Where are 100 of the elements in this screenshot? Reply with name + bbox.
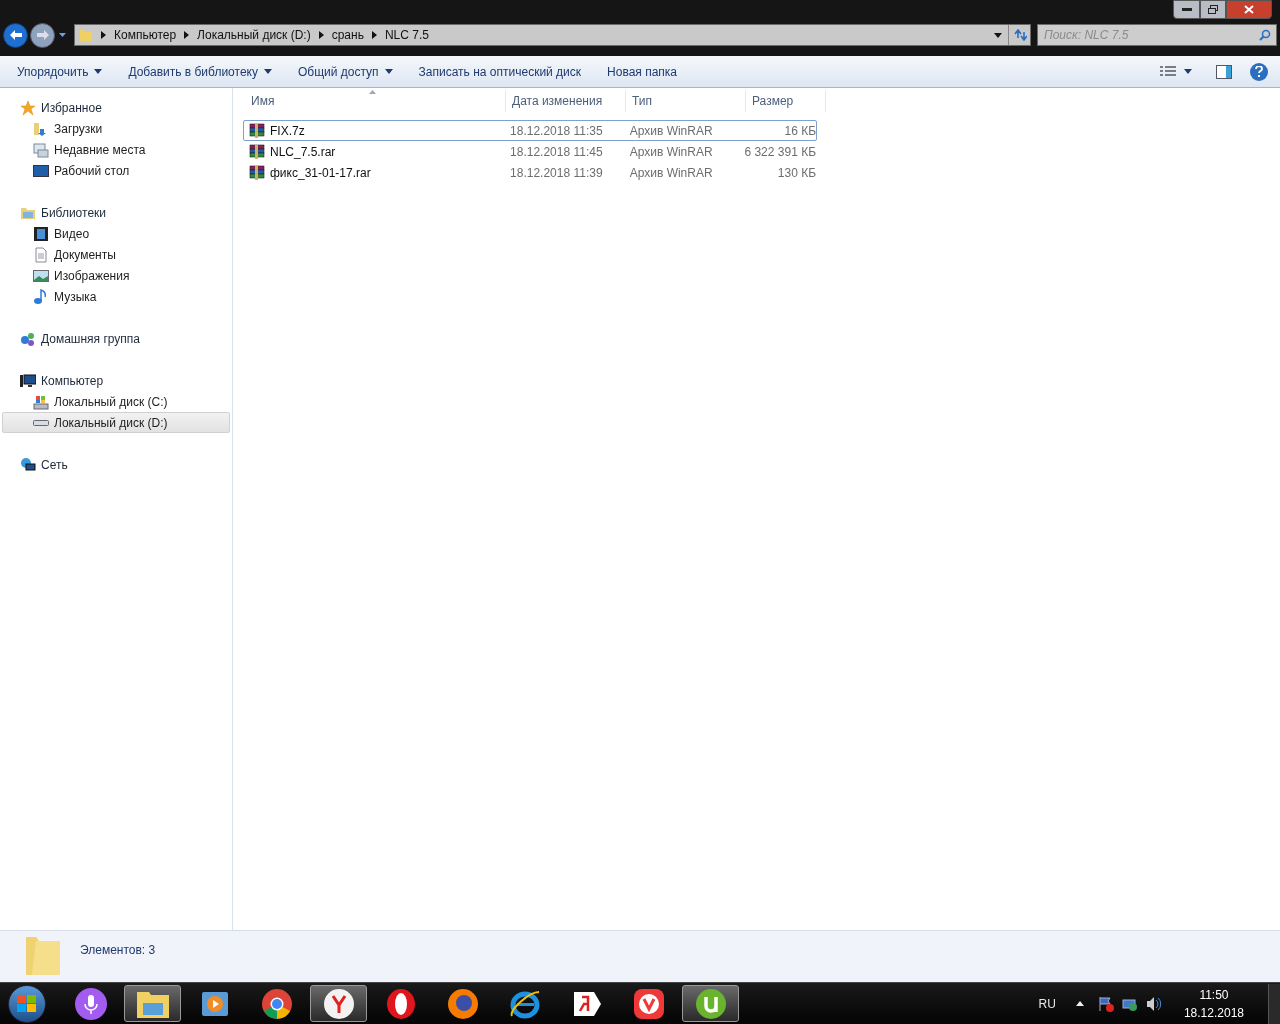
- music-note-icon: [33, 288, 49, 305]
- start-button[interactable]: [8, 984, 46, 1023]
- caret-up-icon[interactable]: [1075, 1001, 1084, 1006]
- preview-pane-icon: [1216, 64, 1232, 79]
- film-icon: [33, 225, 49, 242]
- clock-time[interactable]: 11:50: [1199, 985, 1229, 1004]
- nav-group-item[interactable]: Избранное: [0, 97, 232, 118]
- list-view-icon: [1160, 65, 1176, 78]
- refresh-button[interactable]: [1008, 25, 1030, 45]
- recent-places-icon: [33, 141, 49, 158]
- nav-item[interactable]: Загрузки: [2, 118, 230, 139]
- date-cell-text: 18.12.2018 11:45: [509, 143, 604, 161]
- nav-item[interactable]: Локальный диск (D:): [2, 412, 230, 433]
- picture-icon: [33, 267, 49, 284]
- speaker-icon[interactable]: [1145, 995, 1162, 1012]
- media-player-icon: [200, 989, 229, 1018]
- type-cell-text: Архив WinRAR: [628, 122, 714, 140]
- nav-item[interactable]: Локальный диск (C:): [2, 391, 230, 412]
- nav-group-item[interactable]: Домашняя группа: [0, 328, 232, 349]
- file-row[interactable]: фикс_31-01-17.rar 18.12.2018 11:39 Архив WinRAR 130 КБ: [243, 162, 817, 183]
- chevron-icon: [101, 31, 106, 39]
- type-cell-text: Архив WinRAR: [628, 164, 714, 182]
- sort-arrow-icon: [369, 90, 376, 94]
- nav-item-label: Музыка: [54, 288, 97, 306]
- nav-item[interactable]: Музыка: [2, 286, 230, 307]
- forward-arrow-icon: [36, 30, 49, 40]
- taskbar-button[interactable]: [682, 985, 739, 1022]
- windows-logo-icon: [17, 994, 37, 1013]
- homegroup-icon: [20, 330, 36, 347]
- toolbar-button[interactable]: Новая папка: [598, 59, 687, 84]
- taskbar-button[interactable]: [310, 985, 367, 1022]
- breadcrumb[interactable]: Локальный диск (D:): [197, 26, 311, 44]
- network-icon: [20, 456, 36, 473]
- toolbar-button[interactable]: Упорядочить: [8, 59, 112, 84]
- column-header[interactable]: Размер: [746, 90, 826, 112]
- file-row[interactable]: FIX.7z 18.12.2018 11:35 Архив WinRAR 16 КБ: [243, 120, 817, 141]
- breadcrumb[interactable]: срань: [331, 26, 364, 44]
- file-name: фикс_31-01-17.rar: [270, 164, 371, 182]
- nav-group-label: Сеть: [41, 456, 68, 474]
- folder-icon: [24, 935, 62, 977]
- nav-item-label: Изображения: [54, 267, 130, 285]
- computer-icon: [20, 372, 36, 389]
- nav-item-label: Недавние места: [54, 141, 146, 159]
- nav-item[interactable]: Видео: [2, 223, 230, 244]
- item-count: Элементов: 3: [80, 942, 156, 959]
- size-cell-text: 16 КБ: [783, 122, 816, 140]
- breadcrumb[interactable]: NLC 7.5: [384, 26, 429, 44]
- nav-item[interactable]: Недавние места: [2, 139, 230, 160]
- archive-icon: [249, 143, 265, 160]
- minimize-button[interactable]: [1173, 0, 1200, 19]
- close-button[interactable]: [1226, 0, 1272, 19]
- clock-date[interactable]: 18.12.2018: [1183, 1003, 1244, 1022]
- minimize-icon: [1181, 8, 1192, 11]
- nav-item-label: Загрузки: [54, 120, 103, 138]
- caret-icon: [94, 69, 103, 74]
- archive-icon: [249, 164, 265, 181]
- chevron-icon: [371, 31, 377, 39]
- caret-icon: [384, 69, 393, 74]
- toolbar-button[interactable]: Записать на оптический диск: [409, 59, 591, 84]
- close-icon: [1244, 5, 1254, 14]
- column-header[interactable]: Дата изменения: [506, 90, 626, 112]
- nav-group-item[interactable]: Сеть: [0, 454, 232, 475]
- restore-button[interactable]: [1200, 0, 1226, 19]
- nav-item-label: Локальный диск (D:): [54, 414, 168, 432]
- microphone-icon: [74, 987, 107, 1020]
- breadcrumb[interactable]: Компьютер: [114, 26, 177, 44]
- browser-icon: [322, 987, 355, 1020]
- column-header[interactable]: Имя: [245, 90, 506, 112]
- taskbar-button[interactable]: [124, 985, 181, 1022]
- nav-item-label: Документы: [54, 246, 116, 264]
- nav-group-item[interactable]: Компьютер: [0, 370, 232, 391]
- file-name: FIX.7z: [270, 122, 305, 140]
- column-header[interactable]: Тип: [626, 90, 746, 112]
- folder-icon: [79, 28, 93, 42]
- nav-group-item[interactable]: Библиотеки: [0, 202, 232, 223]
- file-row[interactable]: NLC_7.5.rar 18.12.2018 11:45 Архив WinRAR 6 322 391 КБ: [243, 141, 817, 162]
- torrent-client-icon: [694, 987, 727, 1020]
- nav-group-label: Избранное: [41, 99, 102, 117]
- chevron-icon: [184, 31, 190, 39]
- nav-item[interactable]: Рабочий стол: [2, 160, 230, 181]
- nav-item[interactable]: Изображения: [2, 265, 230, 286]
- toolbar-button[interactable]: Добавить в библиотеку: [119, 59, 281, 84]
- address-bar[interactable]: Компьютер Локальный диск (D:) срань NLC 7.5: [74, 24, 1031, 46]
- nav-group-label: Компьютер: [41, 372, 104, 390]
- language-indicator[interactable]: RU: [1038, 994, 1056, 1013]
- search-field[interactable]: Поиск: NLC 7.5: [1037, 24, 1277, 46]
- chevron-icon: [318, 31, 324, 39]
- help-button[interactable]: [1250, 62, 1268, 81]
- nav-item[interactable]: Документы: [2, 244, 230, 265]
- forward-button[interactable]: [30, 22, 55, 48]
- star-icon: [20, 99, 36, 116]
- caret-icon: [1184, 69, 1192, 74]
- nav-group-label: Библиотеки: [41, 204, 106, 222]
- search-icon: [1259, 29, 1271, 41]
- nav-item-label: Видео: [54, 225, 90, 243]
- file-name: NLC_7.5.rar: [270, 143, 336, 161]
- back-button[interactable]: [3, 22, 28, 48]
- flag-error-icon[interactable]: [1097, 995, 1114, 1012]
- toolbar-button[interactable]: Общий доступ: [288, 59, 402, 84]
- back-arrow-icon: [9, 30, 22, 40]
